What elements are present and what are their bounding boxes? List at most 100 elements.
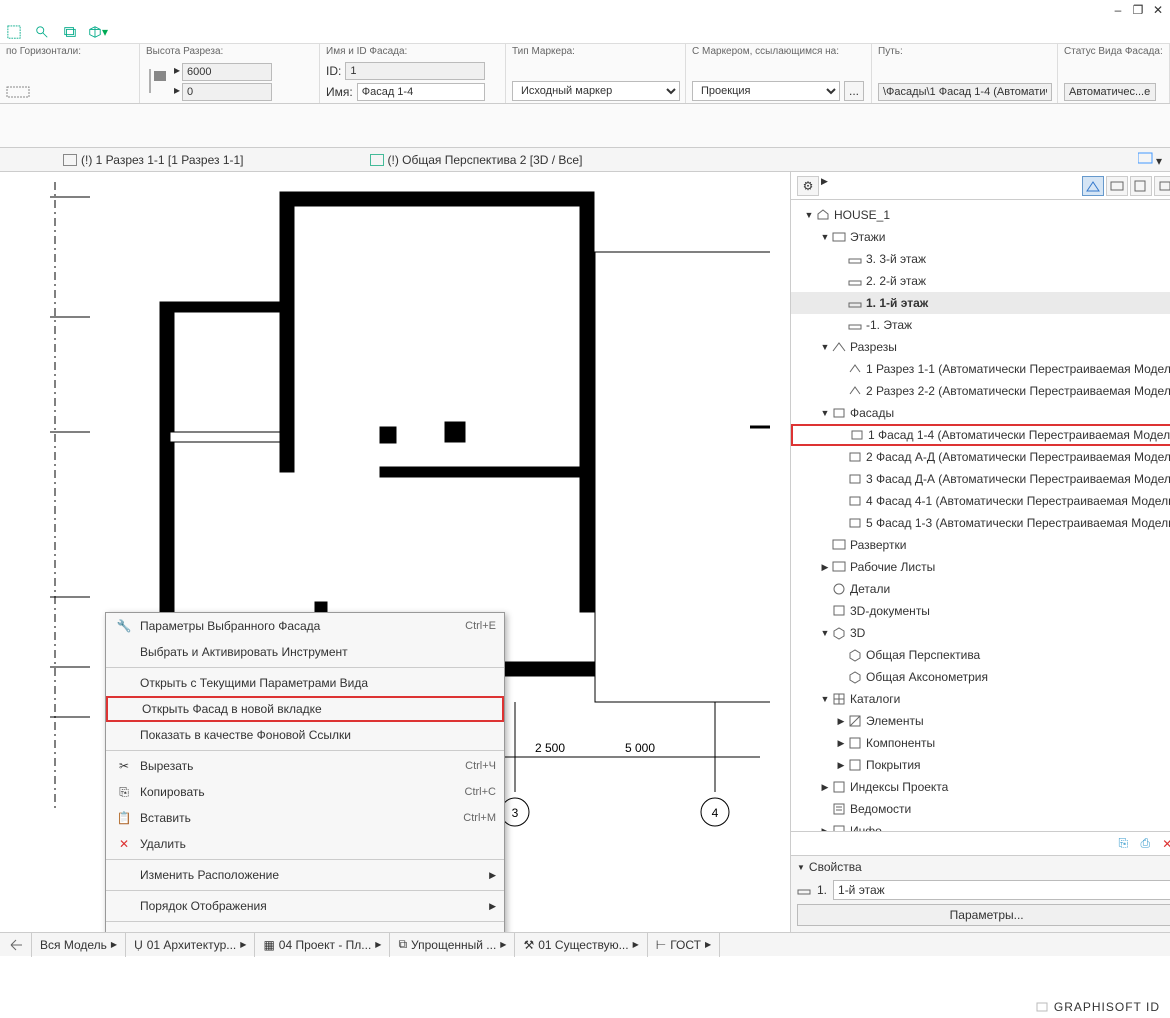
close-button[interactable]: ✕ (1150, 3, 1166, 17)
tree-item[interactable]: 1 Фасад 1-4 (Автоматически Перестраиваем… (791, 424, 1170, 446)
tree-caret-icon[interactable] (819, 628, 831, 638)
restore-button[interactable]: ❐ (1130, 3, 1146, 17)
3dd-icon (831, 604, 847, 618)
minimize-button[interactable]: – (1110, 3, 1126, 17)
tree-item[interactable]: Развертки (791, 534, 1170, 556)
status-model[interactable]: Вся Модель▶ (32, 933, 126, 957)
nav-view-map-icon[interactable] (1106, 176, 1128, 196)
tree-item[interactable]: Индексы Проекта (791, 776, 1170, 798)
tree-item[interactable]: Рабочие Листы (791, 556, 1170, 578)
new-folder-icon[interactable]: ⎙ (1136, 835, 1154, 853)
menu-item[interactable]: Выбрать и Активировать Инструмент (106, 639, 504, 665)
tree-item[interactable]: Общая Перспектива (791, 644, 1170, 666)
menu-item[interactable]: ✕Удалить (106, 831, 504, 857)
find-icon[interactable] (32, 22, 52, 42)
tree-item[interactable]: 3 Фасад Д-А (Автоматически Перестраиваем… (791, 468, 1170, 490)
cube-icon[interactable]: ▾ (88, 22, 108, 42)
tab-3d[interactable]: (!) Общая Перспектива 2 [3D / Все] (357, 148, 596, 172)
status-dim-std[interactable]: ⊢ГОСТ▶ (648, 933, 720, 957)
delete-icon[interactable]: ✕ (1158, 835, 1170, 853)
marker-ref-browse-button[interactable]: ... (844, 81, 864, 101)
link-icon[interactable]: ▸ (174, 63, 180, 81)
chevron-right-icon[interactable]: ▶ (821, 176, 828, 196)
el-icon (847, 450, 863, 464)
tree-caret-icon[interactable] (819, 694, 831, 704)
navigator-toolbar: ⚙▶ (791, 172, 1170, 200)
tree-item[interactable]: Каталоги (791, 688, 1170, 710)
nav-settings-icon[interactable]: ⚙ (797, 176, 819, 196)
tabs-menu-icon[interactable]: ▾ (1130, 151, 1170, 168)
menu-item[interactable]: 📋ВставитьCtrl+М (106, 805, 504, 831)
menu-item[interactable]: ✂ВырезатьCtrl+Ч (106, 753, 504, 779)
menu-item[interactable]: Изменить Расположение▶ (106, 862, 504, 888)
menu-item[interactable]: Показать в качестве Фоновой Ссылки (106, 722, 504, 748)
tree-item[interactable]: Ведомости (791, 798, 1170, 820)
tree-item[interactable]: Детали (791, 578, 1170, 600)
tree-item[interactable]: Инфо (791, 820, 1170, 831)
tree-item-label: Инфо (850, 824, 882, 831)
tree-caret-icon[interactable] (835, 760, 847, 771)
tree-caret-icon[interactable] (819, 342, 831, 352)
nav-project-map-icon[interactable] (1082, 176, 1104, 196)
menu-item[interactable]: 🔧Параметры Выбранного ФасадаCtrl+E (106, 613, 504, 639)
context-menu: 🔧Параметры Выбранного ФасадаCtrl+EВыбрат… (105, 612, 505, 932)
marquee-icon[interactable] (4, 22, 24, 42)
chevron-down-icon[interactable]: ▼ (797, 863, 805, 872)
titlebar: – ❐ ✕ (0, 0, 1170, 20)
tree-item[interactable]: -1. Этаж (791, 314, 1170, 336)
nav-publisher-icon[interactable] (1154, 176, 1170, 196)
tree-item[interactable]: 3D-документы (791, 600, 1170, 622)
link-icon[interactable]: ▸ (174, 83, 180, 101)
menu-item[interactable]: Порядок Отображения▶ (106, 893, 504, 919)
tree-caret-icon[interactable] (819, 232, 831, 242)
story-name-input[interactable] (833, 880, 1170, 900)
tree-item[interactable]: 2 Разрез 2-2 (Автоматически Перестраивае… (791, 380, 1170, 402)
tree-caret-icon[interactable] (803, 210, 815, 220)
tree-item[interactable]: Разрезы (791, 336, 1170, 358)
tree-caret-icon[interactable] (835, 738, 847, 749)
tree-item[interactable]: 3D (791, 622, 1170, 644)
tree-item[interactable]: 1. 1-й этаж (791, 292, 1170, 314)
tree-item[interactable]: 1 Разрез 1-1 (Автоматически Перестраивае… (791, 358, 1170, 380)
paste-icon: 📋 (114, 808, 134, 828)
tree-item[interactable]: 2 Фасад А-Д (Автоматически Перестраиваем… (791, 446, 1170, 468)
tree-item[interactable]: Этажи (791, 226, 1170, 248)
tree-caret-icon[interactable] (819, 562, 831, 573)
tree-item[interactable]: Компоненты (791, 732, 1170, 754)
id-input[interactable] (345, 62, 485, 80)
new-view-icon[interactable]: ⎘ (1114, 835, 1132, 853)
tree-item[interactable]: HOUSE_1 (791, 204, 1170, 226)
tree-item[interactable]: 3. 3-й этаж (791, 248, 1170, 270)
tree-item[interactable]: 4 Фасад 4-1 (Автоматически Перестраиваем… (791, 490, 1170, 512)
tree-item[interactable]: Покрытия (791, 754, 1170, 776)
status-scale[interactable]: ▦04 Проект - Пл...▶ (255, 933, 390, 957)
menu-item[interactable]: Открыть с Текущими Параметрами Вида (106, 670, 504, 696)
tree-caret-icon[interactable] (835, 716, 847, 727)
status-arrow-icon[interactable] (0, 933, 32, 957)
tree-item[interactable]: Элементы (791, 710, 1170, 732)
el-icon (849, 428, 865, 442)
marker-type-select[interactable]: Исходный маркер (512, 81, 680, 101)
tree-item[interactable]: Общая Аксонометрия (791, 666, 1170, 688)
tree-caret-icon[interactable] (819, 408, 831, 418)
name-input[interactable] (357, 83, 485, 101)
status-display[interactable]: ⧉Упрощенный ...▶ (390, 933, 515, 957)
tree-caret-icon[interactable] (819, 782, 831, 793)
tree-item[interactable]: 5 Фасад 1-3 (Автоматически Перестраиваем… (791, 512, 1170, 534)
tree-item[interactable]: 2. 2-й этаж (791, 270, 1170, 292)
height-top-input[interactable] (182, 63, 272, 81)
menu-item[interactable]: Слои▶ (106, 924, 504, 932)
height-bottom-input[interactable] (182, 83, 272, 101)
sheets-icon[interactable] (60, 22, 80, 42)
nav-layout-icon[interactable] (1130, 176, 1152, 196)
status-renovation[interactable]: ⚒01 Существую...▶ (515, 933, 647, 957)
project-tree[interactable]: HOUSE_1Этажи3. 3-й этаж2. 2-й этаж1. 1-й… (791, 200, 1170, 831)
marker-ref-select[interactable]: Проекция (692, 81, 840, 101)
tree-item[interactable]: Фасады (791, 402, 1170, 424)
tab-section[interactable]: (!) 1 Разрез 1-1 [1 Разрез 1-1] (50, 148, 257, 172)
drawing-canvas[interactable]: 3 4 2 500 5 000 3 000 2 850 4 100 1 800 … (0, 172, 790, 932)
menu-item[interactable]: Открыть Фасад в новой вкладке (106, 696, 504, 722)
menu-item[interactable]: ⎘КопироватьCtrl+C (106, 779, 504, 805)
parameters-button[interactable]: Параметры... (797, 904, 1170, 926)
status-layer-combo[interactable]: Ụ01 Архитектур...▶ (126, 933, 255, 957)
